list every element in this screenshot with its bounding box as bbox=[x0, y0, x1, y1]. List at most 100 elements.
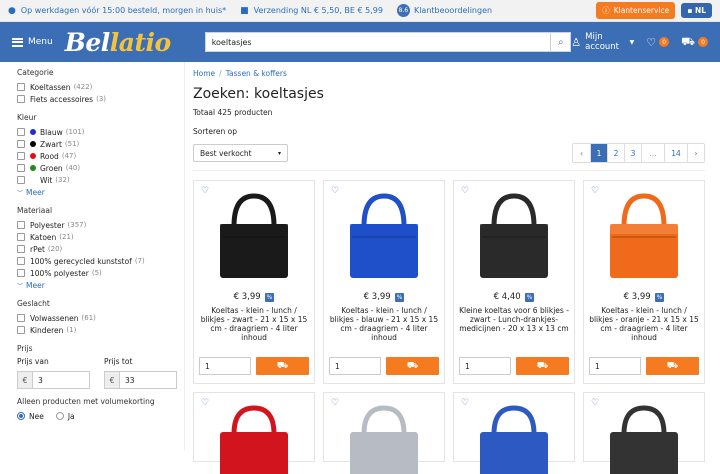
product-title[interactable]: Koeltas - klein - lunch / blikjes - oran… bbox=[589, 306, 699, 342]
filter-option[interactable]: Polyester (357) bbox=[17, 219, 184, 231]
quantity-input[interactable]: 1 bbox=[459, 357, 511, 375]
option-label: Kinderen bbox=[30, 325, 64, 335]
product-title[interactable]: Koeltas - klein - lunch / blikjes - blau… bbox=[329, 306, 439, 342]
checkbox[interactable] bbox=[17, 221, 25, 229]
product-title[interactable]: Koeltas - klein - lunch / blikjes - zwar… bbox=[199, 306, 309, 342]
product-card[interactable]: ♡ € 3,99% Koeltas - klein - lunch / blikje… bbox=[583, 180, 705, 384]
customer-service-button[interactable]: ⓘ Klantenservice bbox=[596, 2, 676, 19]
filter-option[interactable]: Blauw (101) bbox=[17, 126, 184, 138]
checkbox[interactable] bbox=[17, 326, 25, 334]
radio-button[interactable] bbox=[17, 412, 25, 420]
wishlist-heart-icon[interactable]: ♡ bbox=[461, 398, 469, 408]
product-price: € 3,99 bbox=[363, 292, 391, 302]
filter-option[interactable]: Groen (40) bbox=[17, 162, 184, 174]
checkbox[interactable] bbox=[17, 152, 25, 160]
product-card[interactable]: ♡ bbox=[583, 392, 705, 474]
product-image[interactable] bbox=[329, 188, 439, 288]
wishlist-heart-icon[interactable]: ♡ bbox=[201, 398, 209, 408]
product-image[interactable] bbox=[329, 404, 439, 474]
wishlist-button[interactable]: ♡ 0 bbox=[646, 36, 670, 49]
filter-option[interactable]: Zwart (51) bbox=[17, 138, 184, 150]
language-selector[interactable]: ▪ NL bbox=[681, 3, 712, 18]
page-prev[interactable]: ‹ bbox=[573, 144, 590, 162]
add-to-cart-button[interactable]: ⛟ bbox=[516, 357, 569, 375]
product-price-row: € 3,99% bbox=[589, 292, 699, 302]
checkbox[interactable] bbox=[17, 269, 25, 277]
filter-option[interactable]: Katoen (21) bbox=[17, 231, 184, 243]
quantity-input[interactable]: 1 bbox=[329, 357, 381, 375]
checkbox[interactable] bbox=[17, 95, 25, 103]
page-link[interactable]: 3 bbox=[624, 144, 641, 162]
reviews-link[interactable]: 8.6 Klantbeoordelingen bbox=[396, 4, 492, 17]
filter-option[interactable]: Volwassenen (61) bbox=[17, 312, 184, 324]
page-next[interactable]: › bbox=[687, 144, 704, 162]
checkbox[interactable] bbox=[17, 83, 25, 91]
product-image[interactable] bbox=[199, 188, 309, 288]
product-card[interactable]: ♡ € 3,99% Koeltas - klein - lunch / blikje… bbox=[193, 180, 315, 384]
price-from-input[interactable]: €3 bbox=[17, 371, 90, 389]
radio-no[interactable]: Nee bbox=[17, 410, 44, 422]
wishlist-heart-icon[interactable]: ♡ bbox=[331, 398, 339, 408]
product-card[interactable]: ♡ bbox=[453, 392, 575, 474]
option-count: (32) bbox=[55, 176, 70, 184]
filter-option[interactable]: Kinderen (1) bbox=[17, 324, 184, 336]
checkbox[interactable] bbox=[17, 257, 25, 265]
product-card[interactable]: ♡ € 3,99% Koeltas - klein - lunch / blikje… bbox=[323, 180, 445, 384]
add-to-cart-button[interactable]: ⛟ bbox=[256, 357, 309, 375]
checkbox[interactable] bbox=[17, 140, 25, 148]
option-count: (40) bbox=[65, 164, 81, 172]
site-logo[interactable]: Bellatio bbox=[65, 28, 171, 57]
checkbox[interactable] bbox=[17, 164, 25, 172]
product-image[interactable] bbox=[199, 404, 309, 474]
checkbox[interactable] bbox=[17, 233, 25, 241]
filter-option[interactable]: rPet (20) bbox=[17, 243, 184, 255]
quantity-input[interactable]: 1 bbox=[589, 357, 641, 375]
wishlist-heart-icon[interactable]: ♡ bbox=[201, 186, 209, 196]
search-button[interactable]: ⌕ bbox=[550, 33, 570, 51]
add-to-cart-button[interactable]: ⛟ bbox=[386, 357, 439, 375]
product-image[interactable] bbox=[589, 188, 699, 288]
filter-option[interactable]: Rood (47) bbox=[17, 150, 184, 162]
checkbox[interactable] bbox=[17, 245, 25, 253]
cart-button[interactable]: ⛟ 0 bbox=[681, 35, 708, 50]
wishlist-heart-icon[interactable]: ♡ bbox=[591, 398, 599, 408]
product-card[interactable]: ♡ bbox=[323, 392, 445, 474]
page-link[interactable]: 2 bbox=[607, 144, 624, 162]
breadcrumb-home[interactable]: Home bbox=[193, 69, 215, 78]
quantity-input[interactable]: 1 bbox=[199, 357, 251, 375]
product-card[interactable]: ♡ € 4,40% Kleine koeltas voor 6 blikjes - … bbox=[453, 180, 575, 384]
page-link[interactable]: 14 bbox=[664, 144, 687, 162]
filter-option[interactable]: Wit (32) bbox=[17, 174, 184, 186]
show-more-materials[interactable]: ﹀ Meer bbox=[17, 279, 184, 291]
search-icon: ⌕ bbox=[557, 36, 564, 48]
shipping-text: Verzending NL € 5,50, BE € 5,99 bbox=[253, 6, 383, 15]
page-link[interactable]: 1 bbox=[590, 144, 607, 162]
price-to-input[interactable]: €33 bbox=[104, 371, 177, 389]
product-image[interactable] bbox=[459, 404, 569, 474]
menu-button[interactable]: Menu bbox=[12, 37, 53, 47]
sort-select[interactable]: Best verkocht ▾ bbox=[193, 144, 288, 162]
wishlist-heart-icon[interactable]: ♡ bbox=[331, 186, 339, 196]
breadcrumb-category[interactable]: Tassen & koffers bbox=[226, 69, 287, 78]
product-image[interactable] bbox=[459, 188, 569, 288]
option-count: (7) bbox=[134, 257, 145, 265]
filter-option[interactable]: 100% gerecycled kunststof (7) bbox=[17, 255, 184, 267]
search-input[interactable] bbox=[205, 33, 551, 51]
product-image[interactable] bbox=[589, 404, 699, 474]
filter-option[interactable]: 100% polyester (5) bbox=[17, 267, 184, 279]
show-more-colors[interactable]: ﹀ Meer bbox=[17, 186, 184, 198]
wishlist-heart-icon[interactable]: ♡ bbox=[461, 186, 469, 196]
filter-option[interactable]: Fiets accessoires (3) bbox=[17, 93, 184, 105]
radio-button[interactable] bbox=[55, 412, 64, 420]
checkbox[interactable] bbox=[17, 314, 25, 322]
product-title[interactable]: Kleine koeltas voor 6 blikjes - zwart - … bbox=[459, 306, 569, 342]
checkbox[interactable] bbox=[17, 128, 25, 136]
product-card[interactable]: ♡ bbox=[193, 392, 315, 474]
radio-yes[interactable]: Ja bbox=[55, 410, 75, 422]
account-menu[interactable]: ♙ Mijn account ▼ bbox=[571, 32, 634, 52]
checkbox[interactable] bbox=[17, 176, 25, 184]
filter-option[interactable]: Koeltassen (422) bbox=[17, 81, 184, 93]
add-to-cart-button[interactable]: ⛟ bbox=[646, 357, 699, 375]
wishlist-heart-icon[interactable]: ♡ bbox=[591, 186, 599, 196]
option-label: 100% polyester bbox=[30, 268, 89, 278]
